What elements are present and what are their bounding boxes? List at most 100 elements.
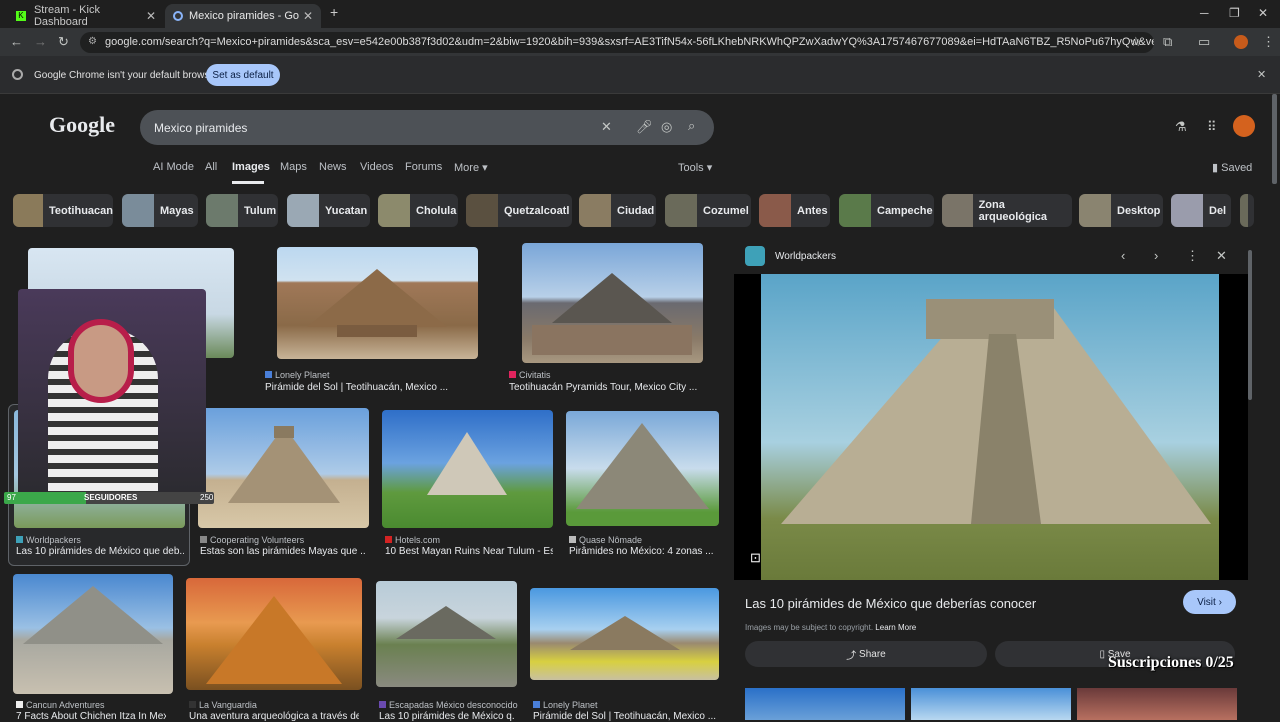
nav-maps[interactable]: Maps xyxy=(280,161,307,173)
chip-antes[interactable]: Antes xyxy=(759,194,830,227)
labs-flask-icon[interactable]: ⚗ xyxy=(1175,119,1187,135)
address-bar[interactable]: ⚙ google.com/search?q=Mexico+piramides&s… xyxy=(80,32,1154,53)
minimize-button[interactable]: ─ xyxy=(1200,6,1209,20)
microphone-icon[interactable]: 🎤︎ xyxy=(636,119,653,135)
back-icon[interactable]: ← xyxy=(10,34,23,49)
share-button[interactable]: ⤴ Share xyxy=(745,641,987,667)
search-icon[interactable]: ⌕ xyxy=(688,118,695,134)
result-image-cancun[interactable] xyxy=(13,574,173,694)
search-box[interactable]: Mexico piramides ✕ 🎤︎ ◎ ⌕ xyxy=(140,110,714,145)
saved-link[interactable]: ▮ Saved xyxy=(1212,161,1252,174)
result-image-la-vanguardia[interactable] xyxy=(186,578,362,690)
more-options-icon[interactable]: ⋮ xyxy=(1186,248,1199,264)
bookmark-star-icon[interactable]: ☆ xyxy=(1130,34,1142,50)
result-title[interactable]: Las 10 pirámides de México que deb... xyxy=(16,546,184,557)
result-image-quase-nomade[interactable] xyxy=(566,411,719,526)
close-infobar-icon[interactable]: ✕ xyxy=(1257,68,1266,81)
nav-images[interactable]: Images xyxy=(232,161,270,173)
pyramid-illustration xyxy=(228,426,340,503)
next-icon[interactable]: › xyxy=(1154,248,1158,263)
result-image-teotihuacan-tour[interactable] xyxy=(522,243,703,363)
new-tab-button[interactable]: + xyxy=(330,4,338,20)
result-title[interactable]: Pirâmides no México: 4 zonas ... xyxy=(569,546,719,557)
close-tab-icon[interactable]: ✕ xyxy=(146,9,156,23)
forward-icon[interactable]: → xyxy=(34,34,47,49)
chip-ciudad[interactable]: Ciudad xyxy=(579,194,656,227)
result-image-pyramid-sun[interactable] xyxy=(277,247,478,359)
menu-dots-icon[interactable]: ⋮ xyxy=(1262,34,1275,50)
chip-yucatan[interactable]: Yucatan xyxy=(287,194,370,227)
related-thumb[interactable] xyxy=(911,688,1071,720)
preview-image[interactable]: ⊡ xyxy=(734,274,1248,580)
result-image-hotels[interactable] xyxy=(382,410,553,528)
learn-more-link[interactable]: Learn More xyxy=(875,623,916,632)
result-image-lonely-planet-2[interactable] xyxy=(530,588,719,680)
prev-icon[interactable]: ‹ xyxy=(1121,248,1125,263)
reload-icon[interactable]: ↻ xyxy=(58,34,69,50)
close-window-button[interactable]: ✕ xyxy=(1258,6,1268,20)
chip-zona-arqueologica[interactable]: Zona arqueológica xyxy=(942,194,1072,227)
nav-videos[interactable]: Videos xyxy=(360,161,393,173)
result-image-cooperating[interactable] xyxy=(198,408,369,528)
nav-forums[interactable]: Forums xyxy=(405,161,442,173)
result-title[interactable]: Pirámide del Sol | Teotihuacán, Mexico .… xyxy=(265,382,480,393)
set-default-button[interactable]: Set as default xyxy=(206,64,280,86)
chip-cozumel[interactable]: Cozumel xyxy=(665,194,751,227)
nav-news[interactable]: News xyxy=(319,161,347,173)
nav-more[interactable]: More ▾ xyxy=(454,161,488,174)
result-title[interactable]: Una aventura arqueológica a través de ..… xyxy=(189,711,359,722)
chip-quetzalcoatl[interactable]: Quetzalcoatl xyxy=(466,194,572,227)
account-avatar[interactable] xyxy=(1233,115,1255,137)
result-title[interactable]: Pirámide del Sol | Teotihuacán, Mexico .… xyxy=(533,711,719,722)
pyramid-illustration xyxy=(427,432,507,495)
lens-icon[interactable]: ◎ xyxy=(661,119,672,135)
panel-source[interactable]: Worldpackers xyxy=(775,251,836,262)
visit-button[interactable]: Visit › xyxy=(1183,590,1236,614)
nav-all[interactable]: All xyxy=(205,161,217,173)
chip-del[interactable]: Del xyxy=(1171,194,1231,227)
tab-kick-dashboard[interactable]: K Stream - Kick Dashboard ✕ xyxy=(8,4,164,28)
page-scrollbar[interactable] xyxy=(1272,94,1277,184)
result-source: Quase Nômade xyxy=(569,535,642,545)
chip-partial[interactable] xyxy=(1240,194,1254,227)
panel-title[interactable]: Las 10 pirámides de México que deberías … xyxy=(745,596,1036,611)
panel-scrollbar[interactable] xyxy=(1248,250,1252,400)
maximize-button[interactable]: ❐ xyxy=(1229,6,1240,20)
result-title[interactable]: Estas son las pirámides Mayas que ... xyxy=(200,546,365,557)
sidepanel-icon[interactable]: ▭ xyxy=(1198,34,1210,50)
clear-search-icon[interactable]: ✕ xyxy=(601,119,612,135)
chip-mayas[interactable]: Mayas xyxy=(122,194,198,227)
chip-label: Antes xyxy=(797,204,828,217)
result-title[interactable]: 7 Facts About Chichen Itza In Mex... xyxy=(16,711,166,722)
site-info-icon[interactable]: ⚙ xyxy=(88,36,97,47)
close-panel-icon[interactable]: ✕ xyxy=(1216,248,1227,264)
nav-ai-mode[interactable]: AI Mode xyxy=(153,161,194,173)
profile-avatar[interactable] xyxy=(1234,35,1248,49)
chip-cholula[interactable]: Cholula xyxy=(378,194,458,227)
extensions-icon[interactable]: ⧉ xyxy=(1163,34,1172,50)
tab-label: Stream - Kick Dashboard xyxy=(33,4,100,28)
chip-label: Desktop xyxy=(1117,204,1161,217)
result-title[interactable]: 10 Best Mayan Ruins Near Tulum - Es... xyxy=(385,546,553,557)
chip-label: Quetzalcoatl xyxy=(504,204,570,217)
nav-tools[interactable]: Tools ▾ xyxy=(678,161,712,174)
result-image-escapadas[interactable] xyxy=(376,581,517,687)
share-icon: ⤴ xyxy=(846,650,857,662)
lens-search-icon[interactable]: ⊡ xyxy=(750,550,761,566)
chip-tulum[interactable]: Tulum xyxy=(206,194,278,227)
related-thumb[interactable] xyxy=(1077,688,1237,720)
chip-teotihuacan[interactable]: Teotihuacan xyxy=(13,194,113,227)
search-input[interactable]: Mexico piramides xyxy=(154,121,247,135)
google-logo[interactable]: Google xyxy=(49,112,115,138)
result-title[interactable]: Teotihuacán Pyramids Tour, Mexico City .… xyxy=(509,382,709,393)
close-tab-icon[interactable]: ✕ xyxy=(303,9,313,23)
chip-desktop[interactable]: Desktop xyxy=(1079,194,1163,227)
tab-google-search[interactable]: Mexico piramides - Google Se ✕ xyxy=(165,4,321,28)
chip-label: Yucatan xyxy=(325,204,368,217)
default-browser-infobar: Google Chrome isn't your default browser… xyxy=(0,56,1280,94)
chip-thumb xyxy=(665,194,697,227)
chip-campeche[interactable]: Campeche xyxy=(839,194,934,227)
apps-grid-icon[interactable]: ⠿ xyxy=(1207,119,1217,135)
related-thumb[interactable] xyxy=(745,688,905,720)
result-title[interactable]: Las 10 pirámides de México q... xyxy=(379,711,514,722)
